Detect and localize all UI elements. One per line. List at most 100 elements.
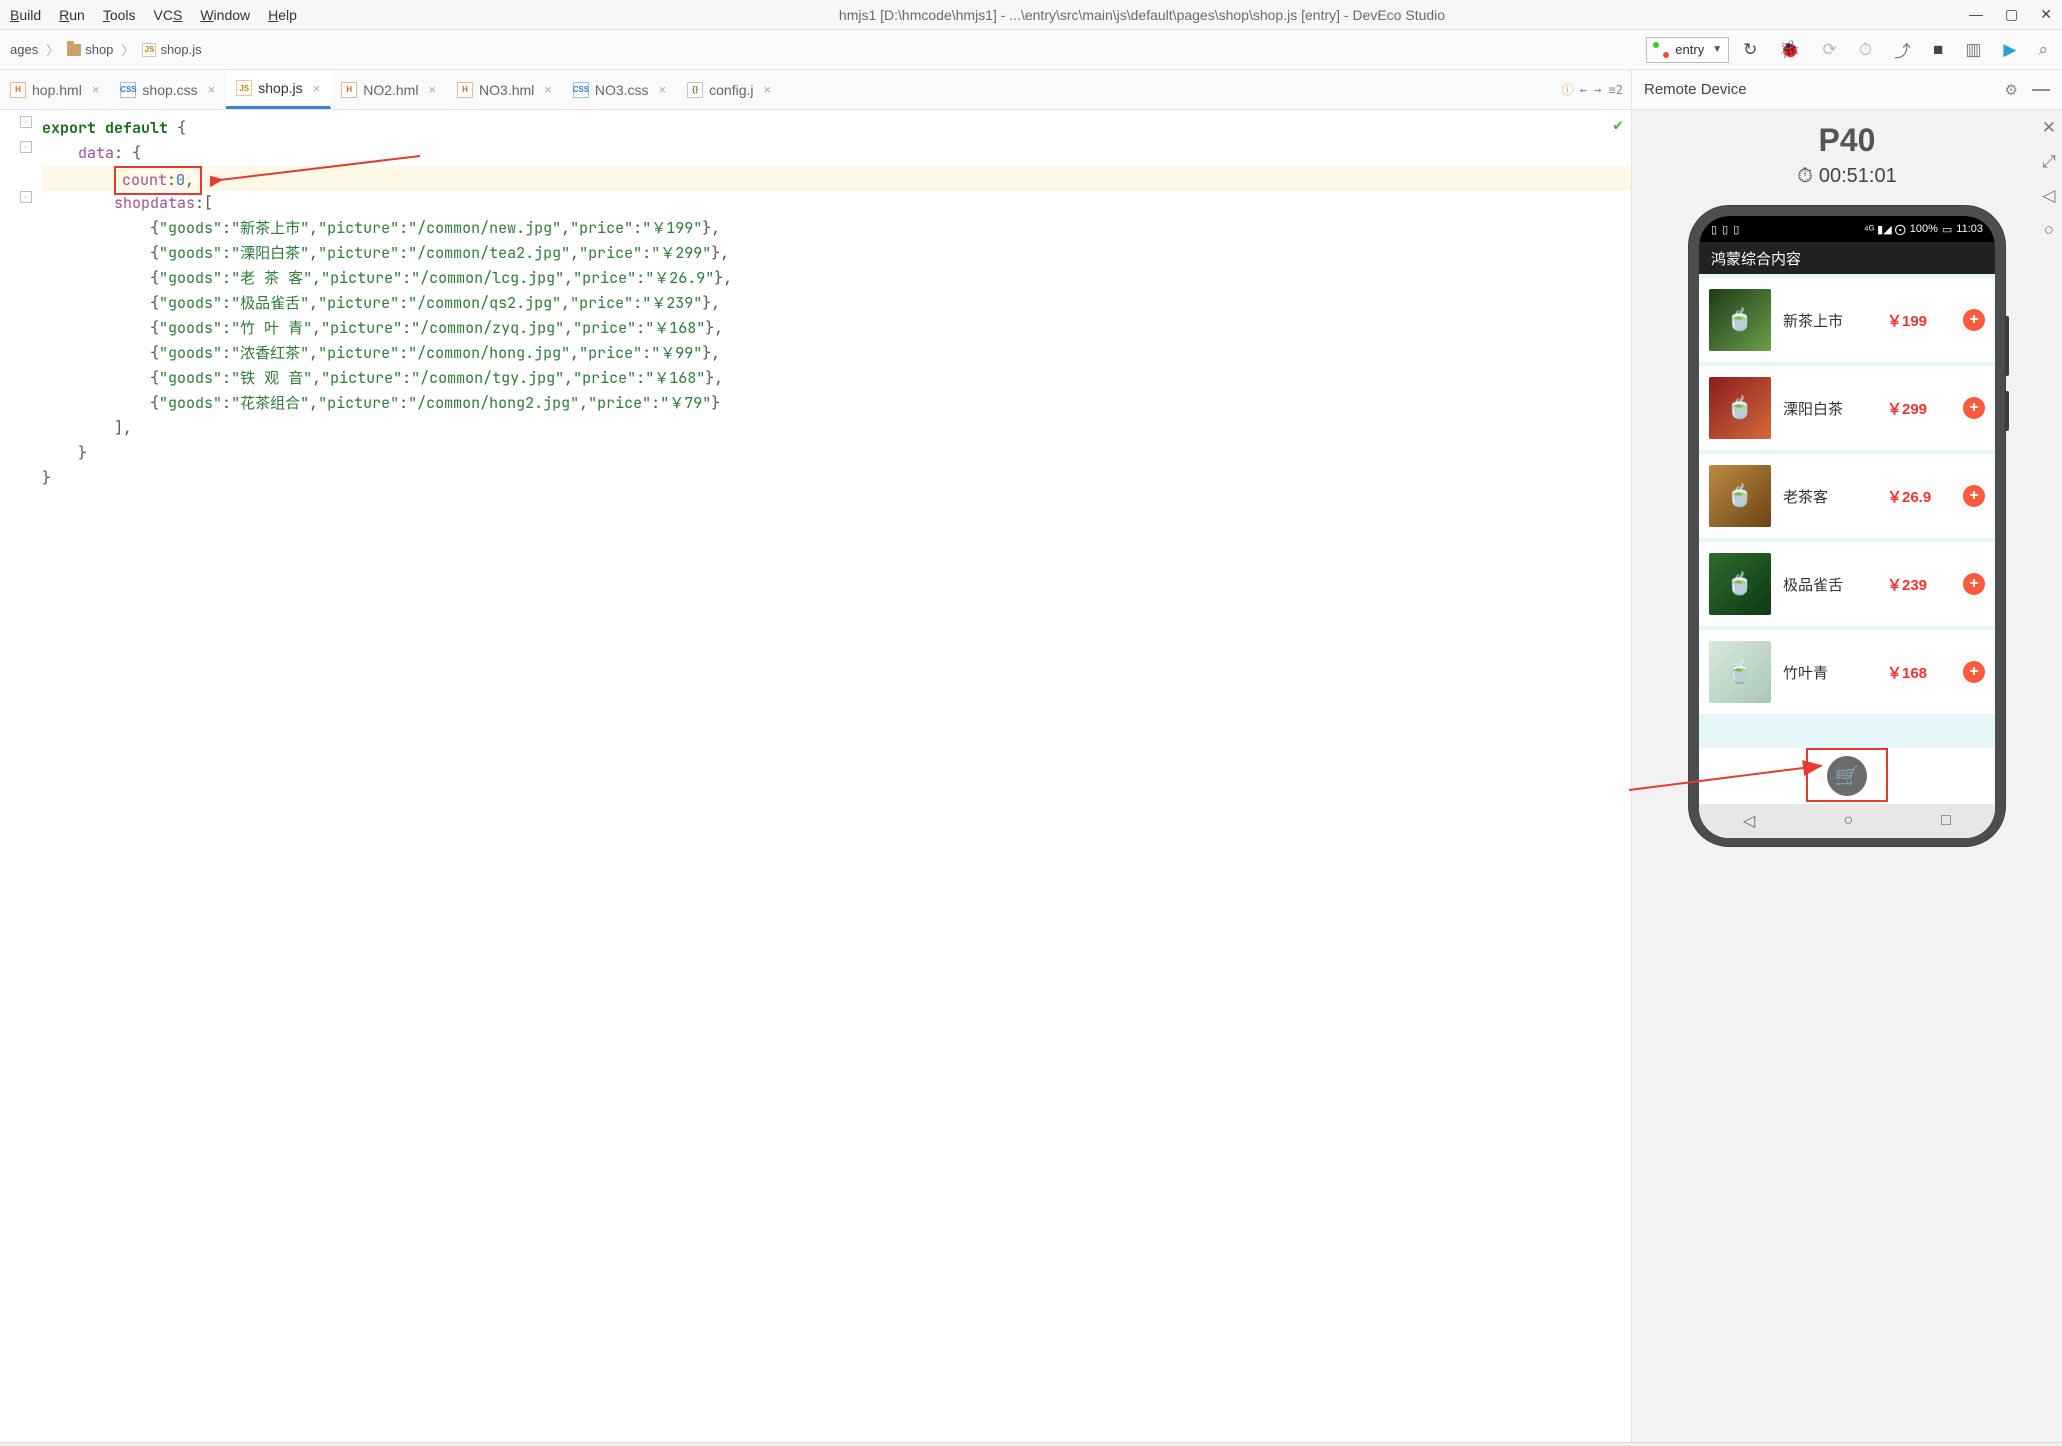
crumb-ages[interactable]: ages (4, 40, 44, 59)
nav-back-icon[interactable]: ◁ (1743, 811, 1755, 831)
menu-window[interactable]: Window (200, 7, 250, 23)
tab-no3-css[interactable]: CSSNO3.css× (563, 70, 677, 109)
code-line[interactable]: {"goods":"极品雀舌","picture":"/common/qs2.j… (42, 291, 1631, 316)
shop-item[interactable]: 🍵新茶上市￥199+ (1699, 278, 1995, 362)
phone-screen[interactable]: ▯ ▯ ▯ ⁴ᴳ ▮◢ ⨀100% ▭ 11:03 鸿蒙综合内容 🍵新茶上市￥1… (1699, 216, 1995, 838)
coverage-icon[interactable]: ⟳ (1823, 40, 1837, 60)
product-price: ￥239 (1887, 574, 1951, 595)
run-icon[interactable]: ↻ (1743, 40, 1757, 60)
menu-build[interactable]: Build (10, 7, 41, 23)
close-icon[interactable]: ✕ (2040, 6, 2052, 23)
fold-icon[interactable]: − (20, 141, 32, 153)
close-icon[interactable]: × (208, 82, 216, 97)
tab-shop-css[interactable]: CSSshop.css× (110, 70, 226, 109)
toolbar-actions: ↻ 🐞 ⟳ ⏱ ⤴ ■ ▥ ▶ ⌕ (1743, 37, 2058, 62)
product-thumb: 🍵 (1709, 465, 1771, 527)
css-file-icon: CSS (573, 82, 589, 98)
shop-list[interactable]: 🍵新茶上市￥199+🍵溧阳白茶￥299+🍵老茶客￥26.9+🍵极品雀舌￥239+… (1699, 274, 1995, 748)
code-line[interactable]: {"goods":"竹 叶 青","picture":"/common/zyq.… (42, 316, 1631, 341)
product-name: 溧阳白茶 (1783, 398, 1875, 419)
crumb-shopjs[interactable]: JSshop.js (136, 40, 207, 59)
shop-item[interactable]: 🍵竹叶青￥168+ (1699, 630, 1995, 714)
code-line[interactable]: {"goods":"老 茶 客","picture":"/common/lcg.… (42, 266, 1631, 291)
fold-icon[interactable]: − (20, 116, 32, 128)
code-line[interactable]: ], (42, 416, 1631, 441)
tab-no2-hml[interactable]: HNO2.hml× (331, 70, 447, 109)
menu-tools[interactable]: Tools (103, 7, 136, 23)
device-pane: Remote Device ⚙ — ✕ ⤢ ◁ ○ P40 ⏱ 00:51:01 (1632, 70, 2062, 1442)
menu-help[interactable]: Help (268, 7, 297, 23)
tab-shop-js[interactable]: JSshop.js× (226, 70, 331, 109)
expand-icon[interactable]: ⤢ (2042, 152, 2056, 172)
add-to-cart-button[interactable]: + (1963, 397, 1985, 419)
code-line[interactable]: {"goods":"花茶组合","picture":"/common/hong2… (42, 391, 1631, 416)
preview-icon[interactable]: ▶ (2003, 40, 2016, 60)
nav-home-icon[interactable]: ○ (1843, 812, 1853, 830)
code-editor[interactable]: ✔ − − − export default { data: { count:0… (0, 110, 1631, 1442)
battery-icon: ▭ (1942, 223, 1952, 236)
code-line[interactable]: shopdatas:[ (42, 191, 1631, 216)
menu-run[interactable]: Run (59, 7, 85, 23)
close-preview-icon[interactable]: ✕ (2042, 118, 2056, 138)
product-thumb: 🍵 (1709, 289, 1771, 351)
app-title: 鸿蒙综合内容 (1699, 242, 1995, 274)
run-config-select[interactable]: entry ▼ (1646, 37, 1729, 63)
hml-file-icon: H (10, 82, 26, 98)
back-icon[interactable]: ◁ (2042, 186, 2055, 206)
shop-item[interactable]: 🍵溧阳白茶￥299+ (1699, 366, 1995, 450)
code-line[interactable]: count:0, (42, 166, 1631, 191)
add-to-cart-button[interactable]: + (1963, 573, 1985, 595)
close-icon[interactable]: × (659, 82, 667, 97)
nav-recent-icon[interactable]: □ (1941, 812, 1951, 830)
shop-item[interactable]: 🍵极品雀舌￥239+ (1699, 542, 1995, 626)
shop-item[interactable]: 🍵老茶客￥26.9+ (1699, 454, 1995, 538)
inspection-ok-icon: ✔ (1613, 114, 1623, 135)
debug-icon[interactable]: 🐞 (1779, 40, 1800, 60)
menu-vcs[interactable]: VCS (154, 7, 183, 23)
layout-icon[interactable]: ▥ (1965, 40, 1981, 60)
hml-file-icon: H (457, 82, 473, 98)
close-icon[interactable]: × (764, 82, 772, 97)
close-icon[interactable]: × (92, 82, 100, 97)
code-line[interactable]: {"goods":"新茶上市","picture":"/common/new.j… (42, 216, 1631, 241)
close-icon[interactable]: × (428, 82, 436, 97)
css-file-icon: CSS (120, 82, 136, 98)
json-file-icon: {} (687, 82, 703, 98)
tab-no3-hml[interactable]: HNO3.hml× (447, 70, 563, 109)
stopwatch-icon: ⏱ (1797, 165, 1813, 188)
minimize-panel-icon[interactable]: — (2032, 79, 2050, 100)
record-icon[interactable]: ○ (2044, 220, 2054, 240)
attach-icon[interactable]: ⤴ (1894, 37, 1911, 62)
run-config-label: entry (1675, 42, 1704, 57)
fold-icon[interactable]: − (20, 191, 32, 203)
tab-config-json[interactable]: {}config.j× (677, 70, 782, 109)
product-name: 新茶上市 (1783, 310, 1875, 331)
maximize-icon[interactable]: ▢ (2005, 6, 2018, 23)
close-icon[interactable]: × (544, 82, 552, 97)
status-bar: ▯ ▯ ▯ ⁴ᴳ ▮◢ ⨀100% ▭ 11:03 (1699, 216, 1995, 242)
code-line[interactable]: } (42, 466, 1631, 491)
chevron-right-icon: 〉 (121, 40, 134, 59)
minimize-icon[interactable]: — (1969, 6, 1983, 23)
code-line[interactable]: } (42, 441, 1631, 466)
code-line[interactable]: export default { (42, 116, 1631, 141)
tab-hop-hml[interactable]: Hhop.hml× (0, 70, 110, 109)
add-to-cart-button[interactable]: + (1963, 485, 1985, 507)
code-line[interactable]: {"goods":"铁 观 音","picture":"/common/tgy.… (42, 366, 1631, 391)
profile-icon[interactable]: ⏱ (1859, 40, 1872, 60)
signal-icon: ⁴ᴳ ▮◢ ⨀ (1864, 223, 1906, 236)
add-to-cart-button[interactable]: + (1963, 309, 1985, 331)
gear-icon[interactable]: ⚙ (2005, 81, 2018, 99)
tab-nav-extra[interactable]: ⓘ← → ≡2 (1554, 70, 1631, 109)
add-to-cart-button[interactable]: + (1963, 661, 1985, 683)
search-icon[interactable]: ⌕ (2038, 40, 2048, 60)
code-line[interactable]: {"goods":"溧阳白茶","picture":"/common/tea2.… (42, 241, 1631, 266)
hml-file-icon: H (341, 82, 357, 98)
crumb-shop[interactable]: shop (61, 40, 119, 59)
editor-tabs: Hhop.hml× CSSshop.css× JSshop.js× HNO2.h… (0, 70, 1631, 110)
code-line[interactable]: {"goods":"浓香红茶","picture":"/common/hong.… (42, 341, 1631, 366)
phone-side-button (2005, 316, 2009, 376)
stop-icon[interactable]: ■ (1933, 40, 1943, 60)
close-icon[interactable]: × (313, 81, 321, 96)
code-line[interactable]: data: { (42, 141, 1631, 166)
